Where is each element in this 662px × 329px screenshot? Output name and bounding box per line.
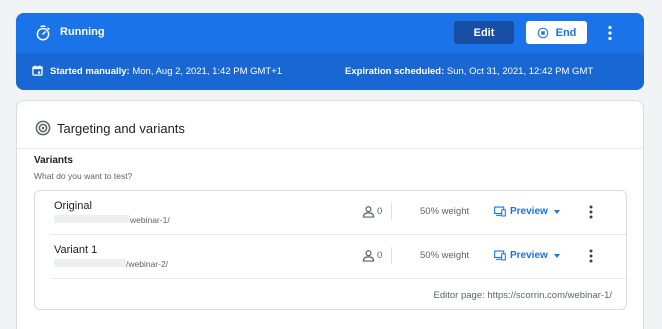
visitor-count: 0 (377, 206, 383, 217)
status-label: Running (60, 26, 105, 38)
calendar-icon (32, 65, 43, 76)
edit-button[interactable]: Edit (454, 21, 514, 44)
variants-subtitle: What do you want to test? (34, 171, 133, 181)
target-icon (35, 120, 51, 136)
redacted-url (54, 215, 130, 223)
timer-icon (36, 25, 50, 41)
separator (391, 203, 392, 220)
preview-label: Preview (510, 250, 548, 261)
started-info: Started manually: Mon, Aug 2, 2021, 1:42… (50, 66, 282, 77)
variant-row-original: Original webinar-1/ 0 50% weight Preview (35, 191, 626, 234)
end-button[interactable]: End (526, 21, 587, 44)
started-label: Started manually: (50, 66, 130, 77)
section-title: Targeting and variants (57, 121, 185, 136)
expiry-info: Expiration scheduled: Sun, Oct 31, 2021,… (345, 66, 593, 77)
variants-list: Original webinar-1/ 0 50% weight Preview (34, 190, 627, 310)
person-icon (362, 250, 375, 262)
preview-label: Preview (510, 206, 548, 217)
expiry-label: Expiration scheduled: (345, 66, 445, 77)
chevron-down-icon (553, 209, 560, 214)
variant-row-variant-1: Variant 1 /webinar-2/ 0 50% weight Previ… (35, 235, 626, 278)
status-card: Running Edit End Started manually: Mon, … (16, 13, 644, 90)
variant-name: Original (54, 200, 92, 212)
variants-title: Variants (34, 155, 73, 166)
row-divider (51, 278, 626, 279)
visitor-count: 0 (377, 250, 383, 261)
preview-button[interactable]: Preview (494, 247, 560, 264)
separator (391, 247, 392, 264)
targeting-card: Targeting and variants Variants What do … (16, 100, 644, 329)
redacted-url (54, 259, 126, 267)
status-header: Running Edit End (16, 13, 644, 53)
started-value: Mon, Aug 2, 2021, 1:42 PM GMT+1 (132, 66, 283, 77)
variant-url: webinar-1/ (130, 215, 170, 225)
devices-icon (494, 250, 506, 261)
more-vert-icon[interactable] (587, 205, 595, 219)
devices-icon (494, 206, 506, 217)
stop-circle-icon (537, 27, 548, 38)
variant-weight: 50% weight (420, 206, 470, 217)
expiry-value: Sun, Oct 31, 2021, 12:42 PM GMT (446, 66, 594, 77)
editor-page-url: Editor page: https://scorrin.com/webinar… (433, 290, 612, 301)
variant-name: Variant 1 (54, 244, 98, 256)
person-icon (362, 206, 375, 218)
end-button-label: End (555, 26, 577, 39)
preview-button[interactable]: Preview (494, 203, 560, 220)
variant-url: /webinar-2/ (126, 259, 169, 269)
chevron-down-icon (553, 253, 560, 258)
variant-weight: 50% weight (420, 250, 470, 261)
more-vert-icon[interactable] (587, 249, 595, 263)
more-vert-icon[interactable] (604, 24, 616, 42)
divider (17, 148, 643, 149)
